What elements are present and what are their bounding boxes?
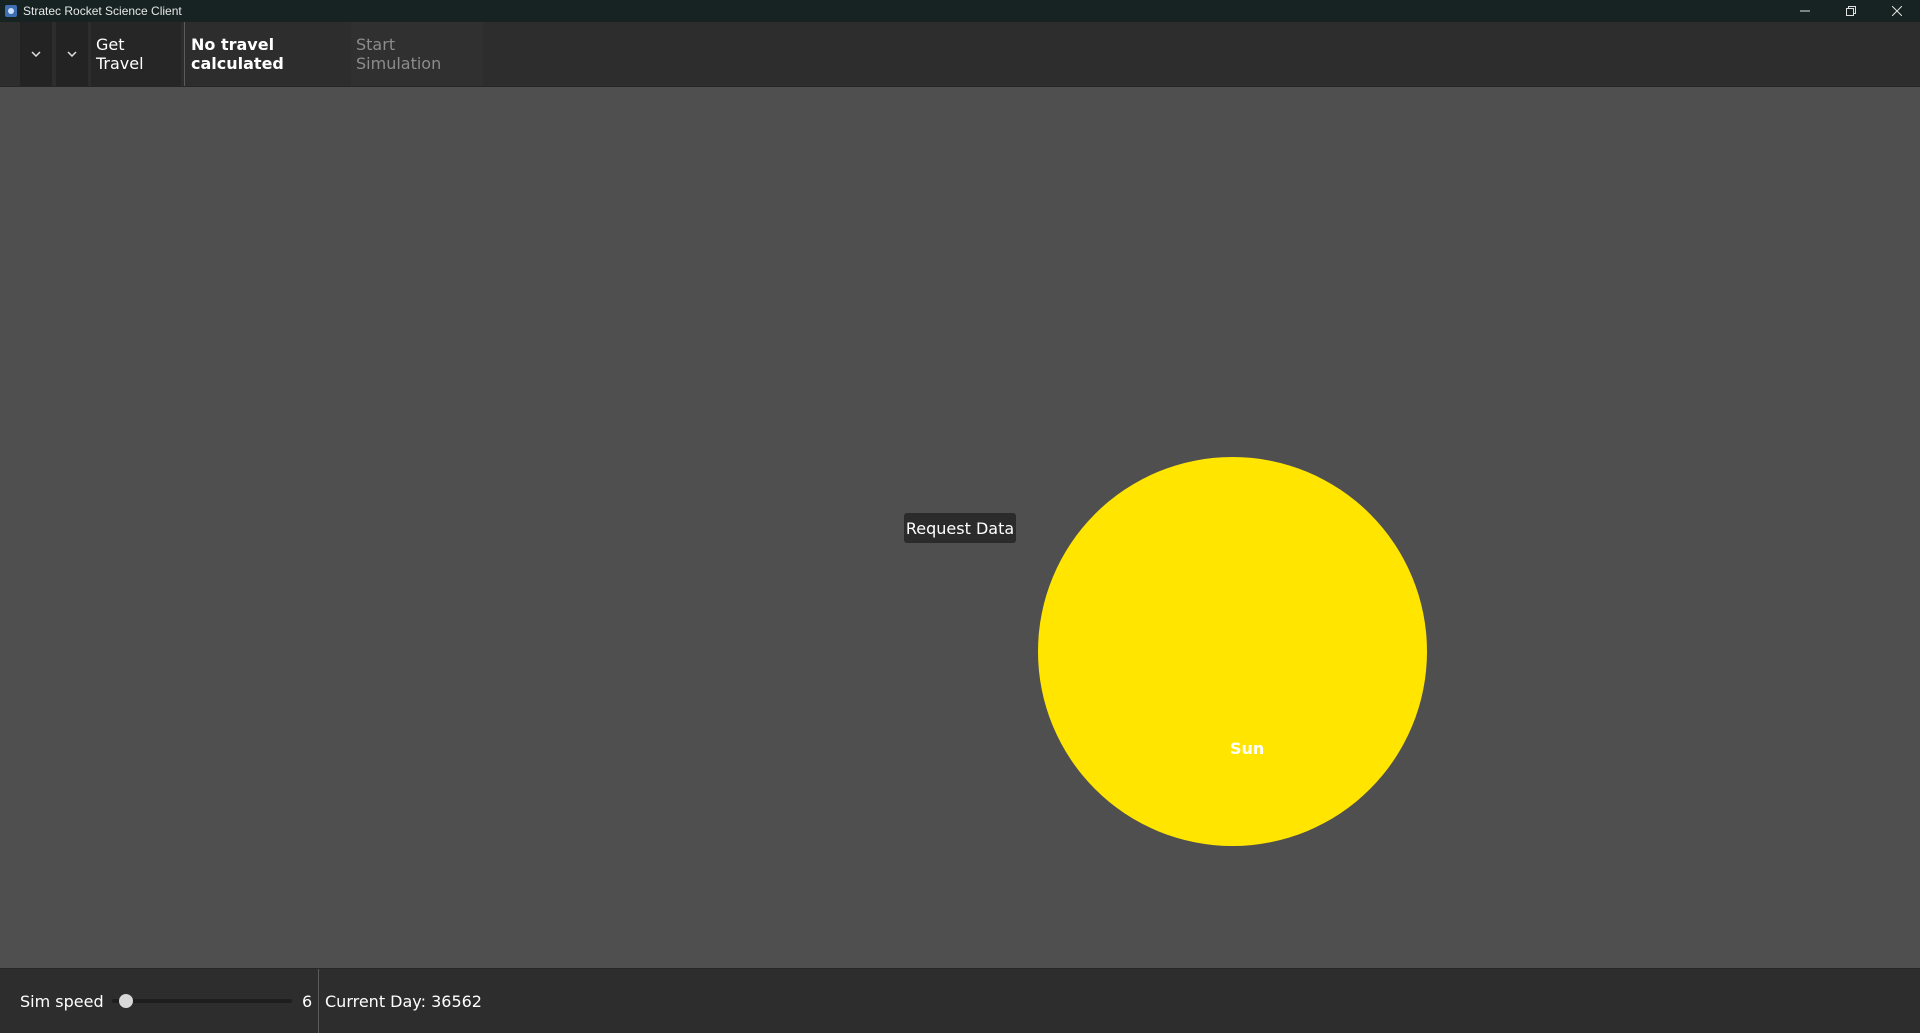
- app-icon: [5, 5, 17, 17]
- request-data-button[interactable]: Request Data: [904, 513, 1016, 543]
- destination-dropdown[interactable]: [56, 22, 88, 86]
- slider-thumb[interactable]: [118, 994, 133, 1008]
- travel-status-label: No travel calculated: [191, 35, 284, 73]
- status-separator: [318, 969, 319, 1033]
- chevron-down-icon: [67, 51, 77, 57]
- start-simulation-button[interactable]: Start Simulation: [351, 22, 483, 86]
- minimize-button[interactable]: [1782, 0, 1828, 22]
- minimize-icon: [1800, 10, 1810, 12]
- sim-speed-slider[interactable]: [112, 994, 292, 1008]
- chevron-down-icon: [31, 51, 41, 57]
- sun-body[interactable]: [1038, 457, 1427, 846]
- sim-speed-value: 6: [302, 991, 313, 1011]
- current-day-label: Current Day: 36562: [325, 991, 482, 1011]
- get-travel-button[interactable]: Get Travel: [91, 22, 181, 86]
- origin-dropdown[interactable]: [20, 22, 52, 86]
- toolbar: Get Travel No travel calculated Start Si…: [0, 22, 1920, 87]
- simulation-canvas[interactable]: Request Data Sun: [0, 87, 1920, 968]
- window-title: Stratec Rocket Science Client: [23, 4, 182, 18]
- sun-label: Sun: [1230, 739, 1265, 758]
- window-controls: [1782, 0, 1920, 22]
- close-button[interactable]: [1874, 0, 1920, 22]
- close-icon: [1892, 6, 1902, 16]
- restore-icon: [1846, 6, 1856, 16]
- restore-button[interactable]: [1828, 0, 1874, 22]
- status-bar: Sim speed 6 Current Day: 36562: [0, 968, 1920, 1033]
- toolbar-separator: [184, 22, 185, 86]
- title-bar: Stratec Rocket Science Client: [0, 0, 1920, 22]
- sim-speed-label: Sim speed: [20, 991, 104, 1011]
